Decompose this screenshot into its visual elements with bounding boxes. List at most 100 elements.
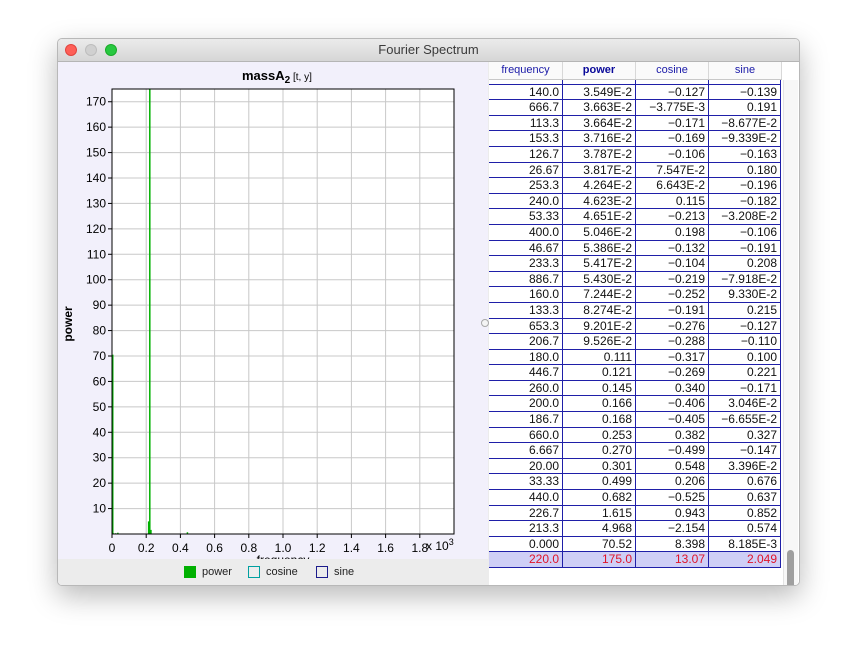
table-row[interactable]: 206.7 9.526E-2 −0.288 −0.110: [489, 334, 781, 350]
legend-swatch-cosine: [248, 566, 260, 578]
table-cell: −0.104: [636, 256, 709, 272]
table-cell: 226.7: [489, 505, 563, 522]
table-cell: 446.7: [489, 365, 563, 381]
table-cell: 70.52: [563, 536, 636, 553]
table-row[interactable]: 400.0 5.046E-2 0.198 −0.106: [489, 224, 781, 241]
table-row[interactable]: 53.33 4.651E-2 −0.213 −3.208E-2: [489, 209, 781, 225]
table-cell: 33.33: [489, 474, 563, 491]
table-cell: 0.168: [563, 412, 636, 428]
table-row[interactable]: 666.7 3.663E-2 −3.775E-3 0.191: [489, 100, 781, 116]
bar-power[interactable]: [149, 89, 151, 534]
x-tick-label: 1.2: [309, 541, 326, 555]
column-header-sine[interactable]: sine: [709, 62, 782, 79]
scrollbar-thumb[interactable]: [787, 550, 794, 585]
data-table-panel: frequency power cosine sine 300.03.471E-…: [489, 62, 799, 585]
table-row[interactable]: 446.7 0.121 −0.269 0.221: [489, 365, 781, 381]
table-cell: 7.244E-2: [563, 287, 636, 303]
table-cell: 886.7: [489, 271, 563, 288]
table-cell: −0.317: [636, 349, 709, 366]
table-cell: 180.0: [489, 349, 563, 366]
table-cell: −0.147: [709, 443, 781, 459]
table-row[interactable]: 113.3 3.664E-2 −0.171 −8.677E-2: [489, 115, 781, 132]
y-tick-label: 120: [86, 222, 106, 236]
table-cell: 440.0: [489, 490, 563, 506]
power-spectrum-chart[interactable]: massA2 [t, y] 10 20 30 40 50 60 70 80 90 100 110 12…: [58, 62, 488, 567]
table-cell: 5.417E-2: [563, 256, 636, 272]
table-cell: 0.145: [563, 380, 636, 397]
table-row[interactable]: 233.3 5.417E-2 −0.104 0.208: [489, 256, 781, 272]
table-cell: −6.655E-2: [709, 412, 781, 428]
table-cell: −0.132: [636, 240, 709, 257]
table-row[interactable]: 213.3 4.968 −2.154 0.574: [489, 521, 781, 537]
table-cell: 660.0: [489, 427, 563, 444]
table-row[interactable]: 186.7 0.168 −0.405 −6.655E-2: [489, 412, 781, 428]
table-row[interactable]: 886.7 5.430E-2 −0.219 −7.918E-2: [489, 271, 781, 288]
table-row[interactable]: 240.0 4.623E-2 0.115 −0.182: [489, 193, 781, 210]
table-cell: 0.115: [636, 193, 709, 210]
chart-panel[interactable]: massA2 [t, y] 10 20 30 40 50 60 70 80 90 100 110 12…: [58, 62, 488, 585]
table-row[interactable]: 226.7 1.615 0.943 0.852: [489, 505, 781, 522]
split-pane-divider-handle[interactable]: [481, 319, 489, 327]
chart-title: massA2 [t, y]: [242, 68, 312, 86]
table-row[interactable]: 200.0 0.166 −0.406 3.046E-2: [489, 396, 781, 413]
table-row[interactable]: 33.33 0.499 0.206 0.676: [489, 474, 781, 491]
table-cell: 3.396E-2: [709, 458, 781, 475]
table-row[interactable]: 20.00 0.301 0.548 3.396E-2: [489, 458, 781, 475]
table-row-selected[interactable]: 220.0 175.0 13.07 2.049: [489, 552, 781, 568]
column-header-power[interactable]: power: [563, 62, 636, 79]
table-cell: −0.106: [709, 224, 781, 241]
table-row[interactable]: 126.7 3.787E-2 −0.106 −0.163: [489, 146, 781, 163]
y-axis-ticks: 10 20 30 40 50 60 70 80 90 100 110 120 130 140 150 160 1…: [86, 95, 112, 516]
table-cell: 9.330E-2: [709, 287, 781, 303]
table-cell: 4.651E-2: [563, 209, 636, 225]
table-cell: 126.7: [489, 146, 563, 163]
table-cell: 0.382: [636, 427, 709, 444]
table-cell: 0.852: [709, 505, 781, 522]
column-header-frequency[interactable]: frequency: [489, 62, 563, 79]
table-cell: 4.968: [563, 521, 636, 537]
table-row[interactable]: 160.0 7.244E-2 −0.252 9.330E-2: [489, 287, 781, 303]
table-row[interactable]: 140.0 3.549E-2 −0.127 −0.139: [489, 84, 781, 101]
table-row[interactable]: 180.0 0.111 −0.317 0.100: [489, 349, 781, 366]
y-tick-label: 100: [86, 273, 106, 287]
x-tick-label: 0: [109, 541, 116, 555]
table-row[interactable]: 260.0 0.145 0.340 −0.171: [489, 380, 781, 397]
table-scrollbar[interactable]: [783, 80, 798, 585]
table-cell: 175.0: [563, 552, 636, 568]
table-row[interactable]: 46.67 5.386E-2 −0.132 −0.191: [489, 240, 781, 257]
legend: power cosine sine: [58, 559, 488, 585]
table-row[interactable]: 253.3 4.264E-2 6.643E-2 −0.196: [489, 178, 781, 194]
table-cell: −0.106: [636, 146, 709, 163]
table-cell: 13.07: [636, 552, 709, 568]
table-row[interactable]: 660.0 0.253 0.382 0.327: [489, 427, 781, 444]
table-cell: 9.526E-2: [563, 334, 636, 350]
table-row[interactable]: 153.3 3.716E-2 −0.169 −9.339E-2: [489, 131, 781, 147]
table-cell: 7.547E-2: [636, 162, 709, 179]
table-cell: 0.215: [709, 302, 781, 319]
table-row[interactable]: 26.67 3.817E-2 7.547E-2 0.180: [489, 162, 781, 179]
table-cell: −0.110: [709, 334, 781, 350]
table-row[interactable]: 653.3 9.201E-2 −0.276 −0.127: [489, 318, 781, 335]
bar-power[interactable]: [150, 529, 152, 534]
table-row[interactable]: 440.0 0.682 −0.525 0.637: [489, 490, 781, 506]
x-tick-label: 0.2: [138, 541, 155, 555]
table-cell: 0.206: [636, 474, 709, 491]
table-row[interactable]: 0.000 70.52 8.398 8.185E-3: [489, 536, 781, 553]
table-row[interactable]: 6.667 0.270 −0.499 −0.147: [489, 443, 781, 459]
y-tick-label: 50: [93, 400, 107, 414]
table-cell: 5.386E-2: [563, 240, 636, 257]
table-cell: 3.817E-2: [563, 162, 636, 179]
x-axis-ticks: 0 0.2 0.4 0.6 0.8 1.0 1.2 1.4 1.6 1.8: [109, 534, 428, 555]
table-cell: 0.121: [563, 365, 636, 381]
table-cell: 0.499: [563, 474, 636, 491]
table-cell: −3.208E-2: [709, 209, 781, 225]
table-cell: 53.33: [489, 209, 563, 225]
column-header-cosine[interactable]: cosine: [636, 62, 709, 79]
y-tick-label: 20: [93, 476, 107, 490]
table-cell: 0.327: [709, 427, 781, 444]
table-row[interactable]: 133.3 8.274E-2 −0.191 0.215: [489, 302, 781, 319]
legend-label-power: power: [202, 566, 232, 578]
table-cell: −2.154: [636, 521, 709, 537]
table-cell: −0.139: [709, 84, 781, 101]
table-cell: 8.185E-3: [709, 536, 781, 553]
